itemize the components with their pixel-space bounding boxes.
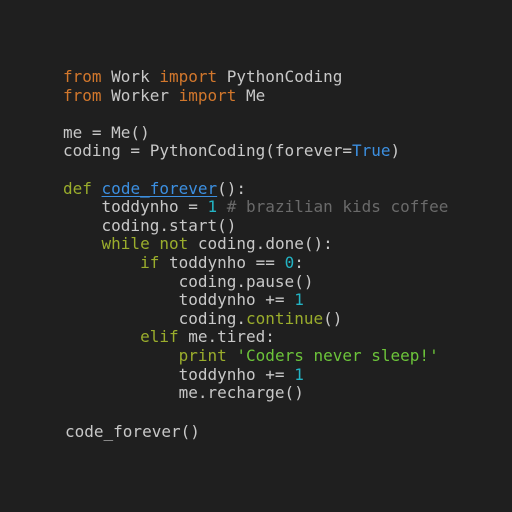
code-token: 1 [294, 290, 304, 310]
code-token: coding.start() [63, 215, 237, 235]
code-token: from [63, 85, 102, 105]
code-token: 'Coders never sleep!' [236, 345, 439, 365]
code-line: coding.continue() [63, 308, 512, 329]
code-line: print 'Coders never sleep!' [63, 345, 512, 366]
code-token: (): [217, 178, 247, 198]
code-token: code_forever [101, 178, 218, 198]
code-line: coding = PythonCoding(forever=True) [63, 142, 512, 161]
code-token: from [63, 67, 102, 86]
code-token: me.tired: [178, 327, 275, 347]
code-token: me.recharge() [63, 383, 304, 403]
code-token: Work [101, 67, 160, 86]
code-line: code_forever() [63, 422, 512, 442]
code-token: import [178, 85, 237, 105]
code-line: if toddynho == 0: [63, 252, 512, 273]
code-line: coding.start() [63, 215, 512, 236]
code-token: toddynho = [63, 197, 208, 217]
code-editor[interactable]: from Work import PythonCoding from Worker… [0, 0, 512, 512]
code-token: code_forever() [65, 422, 200, 442]
code-line: from Work import PythonCoding [63, 67, 512, 87]
code-token: PythonCoding [217, 67, 343, 86]
code-line: while not coding.done(): [63, 235, 512, 254]
code-token: : [294, 252, 304, 272]
code-token: ) [390, 141, 401, 161]
code-line: me.recharge() [63, 383, 512, 403]
code-token: True [351, 141, 391, 161]
code-token: Me [236, 85, 266, 105]
code-token: if [140, 252, 160, 272]
code-line: toddynho += 1 [63, 290, 512, 310]
code-line: from Worker import Me [63, 85, 512, 106]
code-line: toddynho = 1 # brazilian kids coffee [63, 197, 512, 217]
code-token: toddynho += [63, 364, 295, 384]
code-token: not [159, 234, 189, 254]
code-token: coding.done(): [188, 234, 333, 254]
code-token: 1 [294, 364, 304, 384]
code-token: coding = PythonCoding(forever= [63, 141, 352, 161]
code-line: me = Me() [63, 122, 512, 143]
code-token: continue [246, 308, 324, 328]
code-token: 1 [207, 197, 218, 217]
code-line: coding.pause() [63, 271, 512, 292]
code-token: coding. [63, 308, 247, 328]
code-token: () [323, 308, 343, 328]
code-line: toddynho += 1 [63, 364, 512, 385]
code-token: coding.pause() [63, 271, 314, 291]
code-block[interactable]: from Work import PythonCoding from Worker… [63, 67, 512, 442]
code-token: # brazilian kids coffee [217, 197, 449, 217]
code-token: toddynho += [63, 290, 295, 310]
code-line: def code_forever(): [63, 178, 512, 199]
code-token: 0 [284, 252, 295, 272]
code-token: import [159, 67, 218, 86]
code-token: me = Me() [63, 122, 150, 142]
code-token: toddynho == [159, 252, 285, 272]
code-token: Worker [101, 85, 179, 105]
code-token: def [63, 178, 92, 198]
code-line: elif me.tired: [63, 328, 512, 347]
code-token: elif [140, 327, 179, 347]
code-token: print [178, 345, 227, 365]
code-token: while [101, 234, 150, 254]
